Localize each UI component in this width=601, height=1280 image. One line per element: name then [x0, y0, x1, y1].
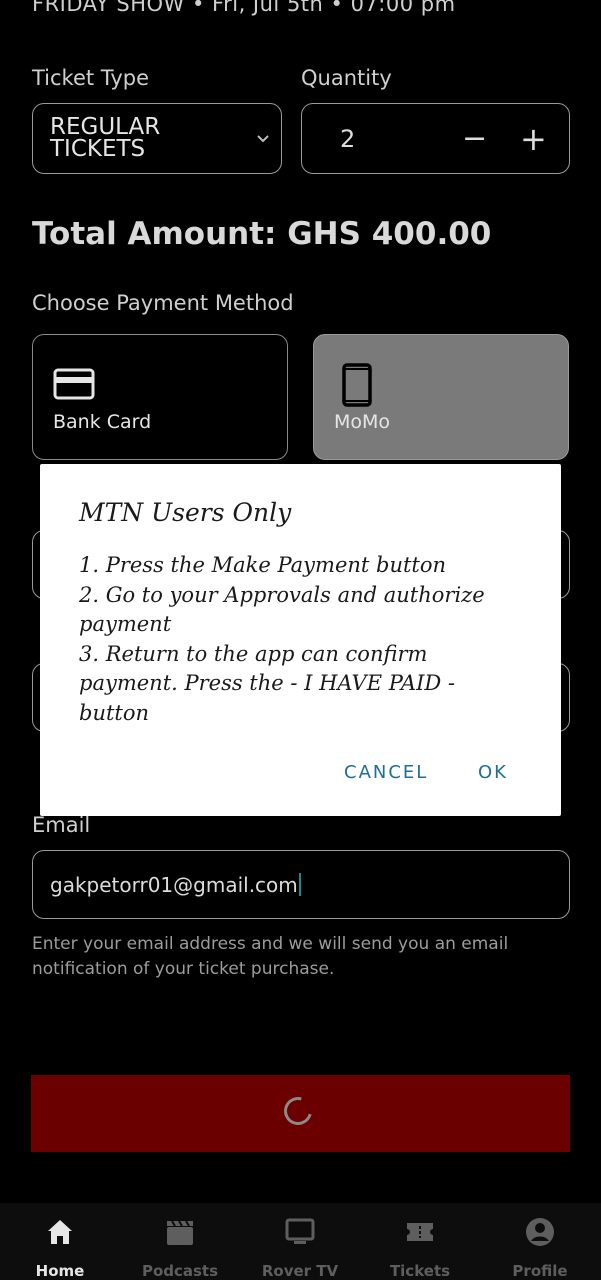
dialog-step-1: 1. Press the Make Payment button	[79, 553, 447, 577]
dialog-step-2: 2. Go to your Approvals and authorize pa…	[79, 582, 485, 637]
dialog-title: MTN Users Only	[79, 498, 292, 527]
dialog-step-3: 3. Return to the app can confirm payment…	[79, 641, 455, 725]
dialog-ok-button[interactable]: OK	[478, 762, 508, 783]
dialog-message: 1. Press the Make Payment button 2. Go t…	[79, 551, 529, 728]
mtn-instructions-dialog: MTN Users Only 1. Press the Make Payment…	[40, 464, 561, 816]
checkout-screen: FRIDAY SHOW • Fri, Jul 5th • 07:00 pm Ti…	[0, 0, 601, 1280]
dialog-cancel-button[interactable]: CANCEL	[344, 762, 428, 783]
